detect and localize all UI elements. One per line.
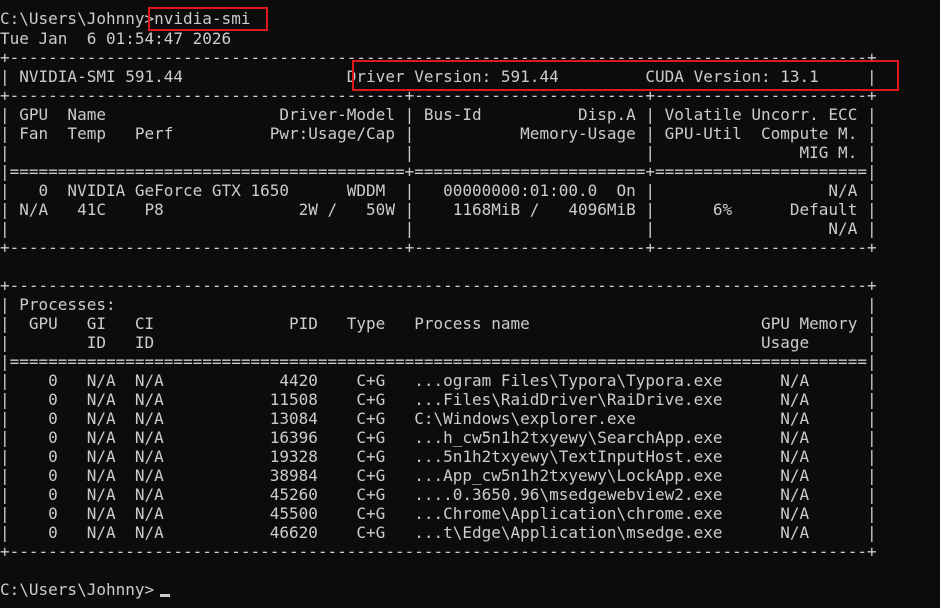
gpu-col-header-1: | GPU Name Driver-Model | Bus-Id Disp.A … (0, 105, 877, 124)
gpu-table-border-bottom: +---------------------------------------… (0, 238, 877, 257)
processes-title: | Processes: | (0, 295, 877, 314)
process-row: | 0 N/A N/A 13084 C+G C:\Windows\explore… (0, 409, 877, 428)
gpu-table-double-separator: |=======================================… (0, 162, 877, 181)
process-row: | 0 N/A N/A 4420 C+G ...ogram Files\Typo… (0, 371, 877, 390)
process-row: | 0 N/A N/A 38984 C+G ...App_cw5n1h2txye… (0, 466, 877, 485)
process-row: | 0 N/A N/A 46620 C+G ...t\Edge\Applicat… (0, 523, 877, 542)
process-col-header-1: | GPU GI CI PID Type Process name GPU Me… (0, 314, 877, 333)
command-highlight-box (148, 7, 268, 31)
prompt-line[interactable]: C:\Users\Johnny> (0, 580, 154, 599)
process-row: | 0 N/A N/A 45500 C+G ...Chrome\Applicat… (0, 504, 877, 523)
process-table-border-bottom: +---------------------------------------… (0, 542, 877, 561)
gpu-col-header-3: | | | MIG M. | (0, 143, 877, 162)
text-cursor (160, 594, 170, 597)
gpu-col-header-2: | Fan Temp Perf Pwr:Usage/Cap | Memory-U… (0, 124, 877, 143)
process-row: | 0 N/A N/A 11508 C+G ...Files\RaidDrive… (0, 390, 877, 409)
timestamp: Tue Jan 6 01:54:47 2026 (0, 29, 232, 48)
process-table-border-top: +---------------------------------------… (0, 276, 877, 295)
gpu-table-separator: +---------------------------------------… (0, 86, 877, 105)
gpu-row: | | | N/A | (0, 219, 877, 238)
process-row: | 0 N/A N/A 45260 C+G ....0.3650.96\msed… (0, 485, 877, 504)
prompt-text: C:\Users\Johnny> (0, 580, 155, 599)
process-table-double-separator: |=======================================… (0, 352, 877, 371)
prompt-text: C:\Users\Johnny> (0, 9, 155, 28)
process-row: | 0 N/A N/A 19328 C+G ...5n1h2txyewy\Tex… (0, 447, 877, 466)
process-col-header-2: | ID ID Usage | (0, 333, 877, 352)
gpu-row: | N/A 41C P8 2W / 50W | 1168MiB / 4096Mi… (0, 200, 877, 219)
process-row: | 0 N/A N/A 16396 C+G ...h_cw5n1h2txyewy… (0, 428, 877, 447)
terminal-window[interactable]: C:\Users\Johnny>nvidia-smi Tue Jan 6 01:… (0, 0, 940, 608)
gpu-row: | 0 NVIDIA GeForce GTX 1650 WDDM | 00000… (0, 181, 877, 200)
